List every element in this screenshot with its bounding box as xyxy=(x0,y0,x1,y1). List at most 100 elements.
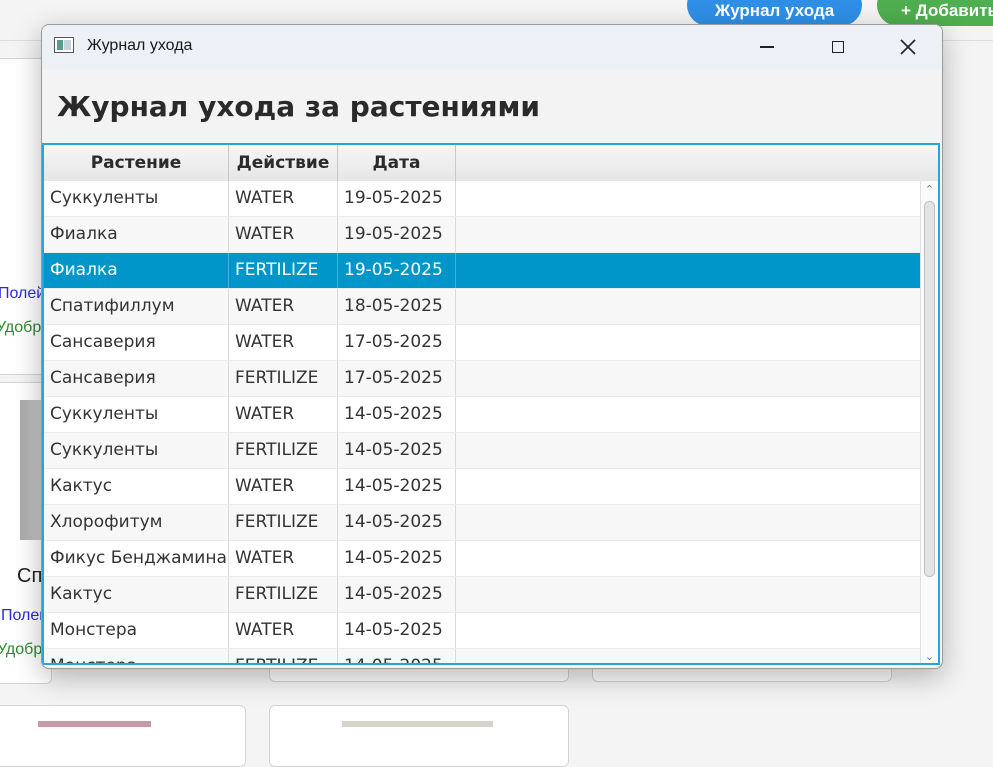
action-cell: WATER xyxy=(229,541,338,576)
action-cell: WATER xyxy=(229,613,338,648)
action-cell: FERTILIZE xyxy=(229,649,338,663)
column-header-plant[interactable]: Растение xyxy=(44,145,229,181)
table-row[interactable]: Сансаверия WATER 17-05-2025 xyxy=(44,325,920,361)
date-cell: 14-05-2025 xyxy=(338,505,456,540)
date-cell: 14-05-2025 xyxy=(338,613,456,648)
table-body: Суккуленты WATER 19-05-2025 Фиалка WATER 19-0… xyxy=(44,181,920,663)
chevron-up-icon[interactable]: ⌃ xyxy=(924,185,935,196)
table-row[interactable]: Фиалка WATER 19-05-2025 xyxy=(44,217,920,253)
date-cell: 14-05-2025 xyxy=(338,397,456,432)
plant-cell: Кактус xyxy=(44,469,229,504)
action-cell: FERTILIZE xyxy=(229,577,338,612)
table-row[interactable]: МонстераFERTILIZE14-05-2025 xyxy=(44,649,920,663)
table-row[interactable]: Хлорофитум FERTILIZE 14-05-2025 xyxy=(44,505,920,541)
date-cell: 17-05-2025 xyxy=(338,325,456,360)
plant-cell: Суккуленты xyxy=(44,181,229,216)
fertilize-link[interactable]: Удобр xyxy=(0,641,42,659)
table-row[interactable]: Монстера WATER 14-05-2025 xyxy=(44,613,920,649)
action-cell: WATER xyxy=(229,289,338,324)
plant-cell: Фиалка xyxy=(44,217,229,252)
plant-cell: Суккуленты xyxy=(44,397,229,432)
empty-cell xyxy=(456,361,920,396)
plant-photo xyxy=(38,721,151,727)
chevron-down-icon[interactable]: ⌄ xyxy=(924,652,935,663)
empty-cell xyxy=(456,433,920,468)
table-row[interactable]: Суккуленты WATER 19-05-2025 xyxy=(44,181,920,217)
empty-cell xyxy=(456,289,920,324)
minimize-icon xyxy=(760,46,774,48)
scrollbar-thumb[interactable] xyxy=(924,201,935,577)
plant-cell: Сансаверия xyxy=(44,325,229,360)
date-cell: 14-05-2025 xyxy=(338,541,456,576)
date-cell: 18-05-2025 xyxy=(338,289,456,324)
plant-card xyxy=(0,705,246,767)
empty-cell xyxy=(456,325,920,360)
empty-cell xyxy=(456,469,920,504)
table-row[interactable]: Фикус Бенджамина WATER 14-05-2025 xyxy=(44,541,920,577)
care-journal-window: Журнал ухода Журнал ухода за растениями … xyxy=(41,24,943,669)
page-title: Журнал ухода за растениями xyxy=(57,90,540,123)
date-cell: 14-05-2025 xyxy=(338,649,456,663)
care-journal-button[interactable]: Журнал ухода xyxy=(687,0,862,26)
plant-cell: Монстера xyxy=(44,649,229,663)
empty-cell xyxy=(456,217,920,252)
action-cell: FERTILIZE xyxy=(229,361,338,396)
action-cell: WATER xyxy=(229,397,338,432)
add-plant-button[interactable]: + Добавить xyxy=(877,0,993,26)
app-window-icon xyxy=(54,37,74,53)
close-icon xyxy=(900,39,916,55)
action-cell: WATER xyxy=(229,217,338,252)
date-cell: 19-05-2025 xyxy=(338,217,456,252)
action-cell: FERTILIZE xyxy=(229,433,338,468)
action-cell: WATER xyxy=(229,469,338,504)
plant-card xyxy=(269,705,569,767)
table-row[interactable]: Суккуленты WATER 14-05-2025 xyxy=(44,397,920,433)
plant-photo xyxy=(342,721,493,727)
table-row[interactable]: Кактус WATER 14-05-2025 xyxy=(44,469,920,505)
table-row[interactable]: Суккуленты FERTILIZE 14-05-2025 xyxy=(44,433,920,469)
column-header-action[interactable]: Действие xyxy=(229,145,338,181)
water-link[interactable]: Полей xyxy=(0,285,45,303)
date-cell: 14-05-2025 xyxy=(338,469,456,504)
action-cell: FERTILIZE xyxy=(229,505,338,540)
column-header-date[interactable]: Дата xyxy=(338,145,456,181)
action-cell: FERTILIZE xyxy=(229,253,338,288)
plant-cell: Фиалка xyxy=(44,253,229,288)
date-cell: 17-05-2025 xyxy=(338,361,456,396)
date-cell: 14-05-2025 xyxy=(338,433,456,468)
action-cell: WATER xyxy=(229,325,338,360)
empty-cell xyxy=(456,397,920,432)
table-header: Растение Действие Дата xyxy=(44,145,938,182)
table-row[interactable]: Спатифиллум WATER 18-05-2025 xyxy=(44,289,920,325)
close-button[interactable] xyxy=(885,25,931,69)
empty-cell xyxy=(456,613,920,648)
empty-cell xyxy=(456,649,920,663)
care-log-table[interactable]: Растение Действие Дата Суккуленты WATER 19… xyxy=(42,143,940,665)
plant-cell: Суккуленты xyxy=(44,433,229,468)
empty-cell xyxy=(456,505,920,540)
plant-cell: Кактус xyxy=(44,577,229,612)
table-row[interactable]: Кактус FERTILIZE 14-05-2025 xyxy=(44,577,920,613)
empty-cell xyxy=(456,181,920,216)
vertical-scrollbar[interactable]: ⌃ ⌄ xyxy=(920,181,938,663)
title-bar[interactable]: Журнал ухода xyxy=(42,25,942,69)
date-cell: 19-05-2025 xyxy=(338,181,456,216)
date-cell: 19-05-2025 xyxy=(338,253,456,288)
window-title: Журнал ухода xyxy=(87,37,193,54)
empty-cell xyxy=(456,541,920,576)
plant-cell: Спатифиллум xyxy=(44,289,229,324)
plant-name: Сп xyxy=(17,565,43,587)
empty-cell xyxy=(456,577,920,612)
empty-cell xyxy=(456,253,920,288)
plant-cell: Монстера xyxy=(44,613,229,648)
maximize-button[interactable] xyxy=(815,25,861,69)
action-cell: WATER xyxy=(229,181,338,216)
fertilize-link[interactable]: Удобр xyxy=(0,319,41,337)
table-row[interactable]: Сансаверия FERTILIZE 17-05-2025 xyxy=(44,361,920,397)
date-cell: 14-05-2025 xyxy=(338,577,456,612)
minimize-button[interactable] xyxy=(744,25,790,69)
plant-cell: Фикус Бенджамина xyxy=(44,541,229,576)
plant-cell: Хлорофитум xyxy=(44,505,229,540)
table-row[interactable]: Фиалка FERTILIZE 19-05-2025 xyxy=(44,253,920,289)
plant-cell: Сансаверия xyxy=(44,361,229,396)
